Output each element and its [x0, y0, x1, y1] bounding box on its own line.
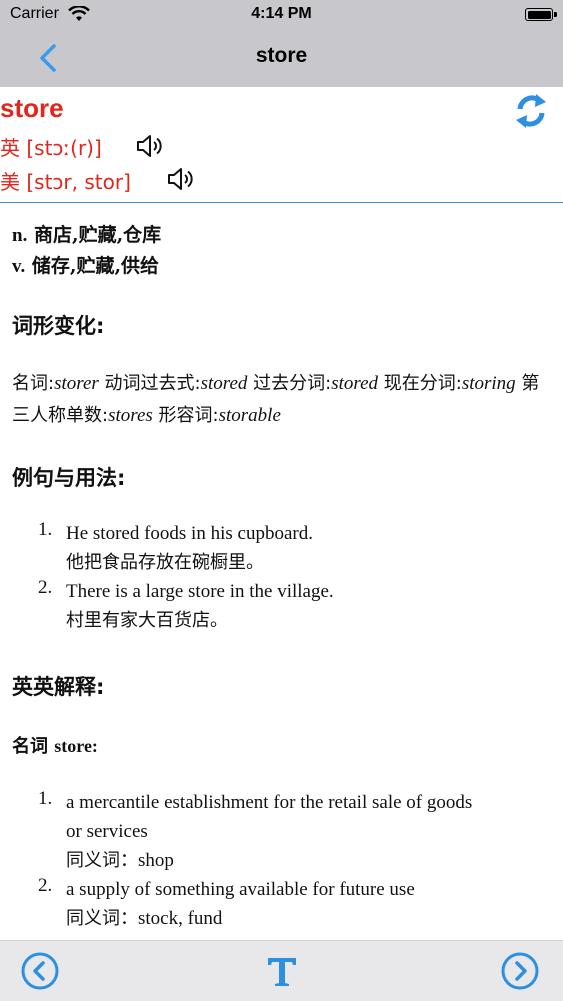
example-list: 1. He stored foods in his cupboard. 他把食品… — [38, 519, 548, 635]
uk-label: 英 — [0, 136, 20, 160]
form-value: stores — [108, 405, 153, 426]
list-item: 1. He stored foods in his cupboard. 他把食品… — [38, 519, 548, 577]
english-definition-heading: 英英解释: — [12, 675, 105, 699]
bottom-toolbar — [0, 940, 563, 1001]
definition-text: 商店,贮藏,仓库 — [33, 224, 162, 246]
definition-row: n. 商店,贮藏,仓库 — [12, 220, 161, 251]
list-item: 2. There is a large store in the village… — [38, 577, 548, 635]
pos-subtitle-en: store: — [54, 736, 98, 756]
form-value: storable — [218, 405, 281, 426]
synonym-value: shop — [138, 850, 174, 871]
definition-line: or services — [66, 821, 148, 842]
examples-heading: 例句与用法: — [12, 466, 126, 490]
example-english: There is a large store in the village. — [66, 581, 334, 602]
definition-text: 储存,贮藏,供给 — [31, 255, 160, 277]
status-bar: Carrier 4:14 PM — [0, 0, 563, 30]
pos-subtitle-cn: 名词 — [12, 736, 48, 757]
speaker-icon[interactable] — [134, 131, 164, 161]
definition-content[interactable]: n. 商店,贮藏,仓库 v. 储存,贮藏,供给 词形变化: 名词:storer … — [0, 204, 563, 940]
example-chinese: 他把食品存放在碗橱里。 — [66, 552, 264, 573]
form-value: stored — [200, 373, 248, 394]
speaker-icon[interactable] — [165, 164, 195, 194]
synonym-label: 同义词： — [66, 850, 138, 871]
synonym-value: stock, fund — [138, 908, 223, 929]
us-label: 美 — [0, 170, 20, 194]
synonyms: 同义词：stock, fund — [66, 904, 548, 933]
item-number: 1. — [38, 519, 53, 540]
uk-phonetic: [stɔː(r)] — [26, 136, 102, 160]
refresh-icon[interactable] — [512, 91, 550, 131]
us-phonetic: [stɔr, stor] — [26, 170, 131, 194]
form-label: 现在分词: — [383, 373, 462, 394]
definition-line: a supply of something available for futu… — [66, 879, 415, 900]
font-size-icon[interactable] — [262, 951, 302, 991]
form-value: stored — [331, 373, 378, 394]
word-header: store 英 [stɔː(r)] 美 [stɔr, stor] — [0, 87, 563, 203]
page-title: store — [255, 44, 308, 67]
form-label: 名词: — [12, 373, 55, 394]
form-label: 形容词: — [158, 405, 219, 426]
example-english: He stored foods in his cupboard. — [66, 523, 313, 544]
part-of-speech: v. — [12, 256, 26, 277]
synonyms: 同义词：shop — [66, 846, 548, 875]
form-value: storer — [54, 373, 99, 394]
synonym-label: 同义词： — [66, 908, 138, 929]
part-of-speech: n. — [12, 225, 28, 246]
next-circle-icon[interactable] — [500, 951, 540, 991]
word-forms: 名词:storer 动词过去式:stored 过去分词:stored 现在分词:… — [12, 368, 552, 432]
us-pronunciation: 美 [stɔr, stor] — [0, 166, 131, 195]
navigation-bar: store — [0, 30, 563, 87]
clock-time: 4:14 PM — [251, 5, 312, 22]
definition-line: a mercantile establishment for the retai… — [66, 792, 473, 813]
word-forms-heading: 词形变化: — [12, 314, 105, 338]
form-value: storing — [461, 373, 516, 394]
uk-pronunciation: 英 [stɔː(r)] — [0, 132, 102, 161]
pos-subtitle: 名词 store: — [12, 732, 98, 758]
battery-icon — [525, 8, 557, 21]
previous-circle-icon[interactable] — [20, 951, 60, 991]
form-label: 过去分词: — [253, 373, 332, 394]
form-label: 动词过去式: — [104, 373, 201, 394]
item-number: 2. — [38, 577, 53, 598]
definition-row: v. 储存,贮藏,供给 — [12, 251, 161, 282]
list-item: 2. a supply of something available for f… — [38, 875, 548, 933]
item-number: 2. — [38, 875, 53, 896]
english-definition-list: 1. a mercantile establishment for the re… — [38, 788, 548, 933]
item-number: 1. — [38, 788, 53, 809]
basic-definitions: n. 商店,贮藏,仓库 v. 储存,贮藏,供给 — [12, 220, 161, 282]
list-item: 1. a mercantile establishment for the re… — [38, 788, 548, 875]
example-chinese: 村里有家大百货店。 — [66, 610, 228, 631]
headword: store — [0, 93, 64, 123]
